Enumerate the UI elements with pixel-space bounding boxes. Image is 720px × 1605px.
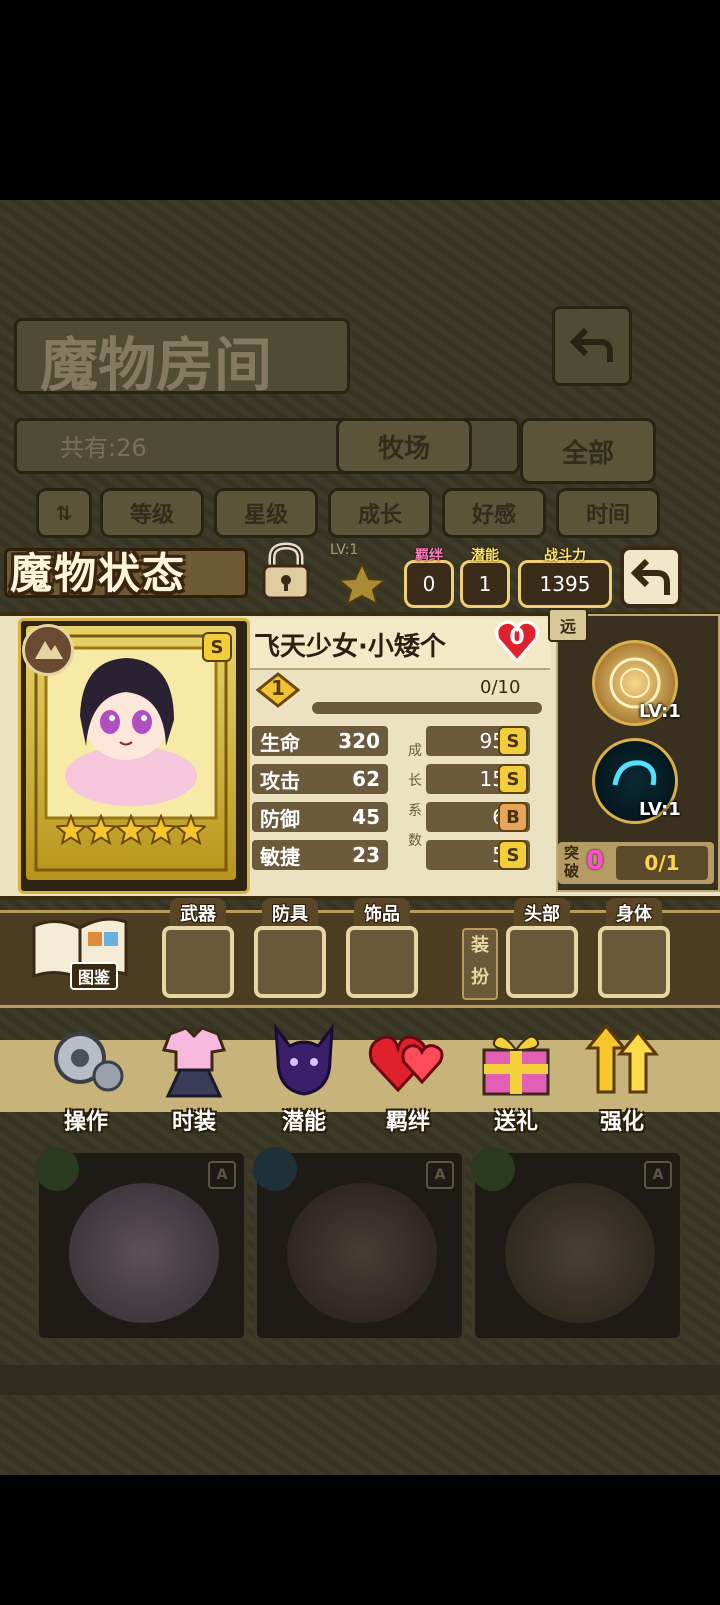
codex-label: 图鉴	[70, 962, 119, 990]
status-back-button[interactable]	[620, 546, 682, 608]
bond-value: 0	[422, 572, 436, 596]
rank-badge: S	[202, 632, 232, 662]
action-label: 羁绊	[385, 1110, 430, 1135]
potential-value: 1	[478, 572, 492, 596]
slot-label-head: 头部	[514, 898, 570, 928]
lock-button[interactable]	[254, 540, 318, 602]
potential-label: 潜能	[471, 548, 499, 564]
star-rating	[56, 814, 206, 848]
bond-chip: 羁绊 0	[404, 548, 454, 608]
stat-grade: S	[498, 726, 528, 756]
growth-label-char: 成	[408, 743, 422, 759]
star-icon	[84, 814, 118, 846]
stat-name: 攻击	[260, 768, 300, 793]
stat-grade: B	[498, 802, 528, 832]
stat-name: 防御	[260, 806, 300, 831]
armor-slot[interactable]	[254, 926, 326, 998]
head-slot[interactable]	[506, 926, 578, 998]
breakthrough-progress: 0/1	[616, 846, 708, 880]
status-title: 魔物状态	[10, 549, 187, 598]
skill-slot-1[interactable]: LV:1	[592, 640, 681, 726]
action-label: 时装	[171, 1110, 216, 1135]
gear-icon	[54, 1032, 124, 1092]
monster-name: 飞天少女·小矮个	[254, 632, 446, 662]
stat-grade: S	[498, 840, 528, 870]
stat-name: 敏捷	[260, 844, 300, 869]
affection-value: 0	[509, 625, 525, 650]
dress-up-char: 扮	[471, 967, 489, 988]
level-value: 1	[271, 676, 285, 700]
gift-box-icon	[482, 1035, 550, 1096]
gift-button[interactable]: 送礼	[472, 1020, 560, 1135]
action-label: 潜能	[281, 1110, 326, 1135]
growth-label-char: 数	[408, 833, 422, 849]
power-value: 1395	[539, 572, 591, 596]
breakthrough-label-bottom: 破	[564, 862, 580, 880]
bond-button[interactable]: 羁绊	[364, 1020, 452, 1135]
codex-button[interactable]: 图鉴	[30, 912, 130, 996]
range-tag: 远	[548, 608, 588, 642]
outfit-icon	[161, 1026, 227, 1098]
stat-name: 生命	[260, 730, 300, 755]
star-icon	[114, 814, 148, 846]
potential-chip: 潜能 1	[460, 548, 510, 608]
slot-label-weapon: 武器	[170, 898, 226, 928]
dress-up-label: 装 扮	[462, 928, 498, 1000]
slot-label-armor: 防具	[262, 898, 318, 928]
skill-level: LV:1	[639, 701, 681, 722]
level-star-icon	[332, 560, 392, 606]
growth-label-char: 长	[408, 773, 422, 789]
body-slot[interactable]	[598, 926, 670, 998]
operate-button[interactable]: 操作	[42, 1020, 130, 1135]
stat-grade: S	[498, 764, 528, 794]
breakthrough-label-top: 突	[564, 844, 580, 862]
dress-up-char: 装	[471, 935, 489, 956]
power-chip: 战斗力 1395	[518, 548, 612, 608]
breakthrough-count: 0	[586, 846, 605, 876]
power-label: 战斗力	[544, 548, 586, 564]
action-label: 强化	[599, 1110, 644, 1135]
level-text: LV:1	[330, 542, 359, 558]
earth-element-icon	[22, 624, 74, 676]
star-rating-stars	[56, 814, 206, 846]
breakthrough-label: 突 破	[564, 844, 579, 880]
star-icon	[144, 814, 178, 846]
accessory-slot[interactable]	[346, 926, 418, 998]
up-arrows-icon	[584, 1023, 660, 1094]
costume-button[interactable]: 时装	[150, 1020, 238, 1135]
padlock-icon	[262, 542, 310, 600]
weapon-slot[interactable]	[162, 926, 234, 998]
breakthrough-row[interactable]: 突 破 0 0/1	[558, 842, 714, 884]
action-label: 送礼	[493, 1110, 538, 1135]
exp-text: 0/10	[480, 677, 521, 698]
enhance-button[interactable]: 强化	[578, 1020, 666, 1135]
exp-bar	[312, 702, 542, 714]
action-label: 操作	[63, 1110, 108, 1135]
skill-slot-2[interactable]: LV:1	[592, 738, 681, 824]
star-icon	[56, 814, 88, 846]
potential-button[interactable]: 潜能	[260, 1020, 348, 1135]
growth-coefficient-label: 成 长 系 数	[402, 736, 428, 856]
demon-icon	[274, 1023, 334, 1096]
skill-level: LV:1	[639, 799, 681, 820]
slot-label-accessory: 饰品	[354, 898, 410, 928]
stat-value: 62	[352, 767, 380, 791]
star-icon	[174, 814, 206, 846]
growth-label-char: 系	[408, 803, 422, 819]
stat-value: 45	[352, 805, 380, 829]
affection-heart[interactable]: 0	[494, 619, 540, 664]
slot-label-body: 身体	[606, 898, 662, 928]
stat-value: 320	[338, 729, 380, 753]
back-arrow-icon	[631, 558, 670, 595]
level-badge: 1	[255, 672, 301, 708]
hearts-icon	[368, 1035, 444, 1093]
stat-value: 23	[352, 843, 380, 867]
bond-label: 羁绊	[415, 548, 443, 564]
